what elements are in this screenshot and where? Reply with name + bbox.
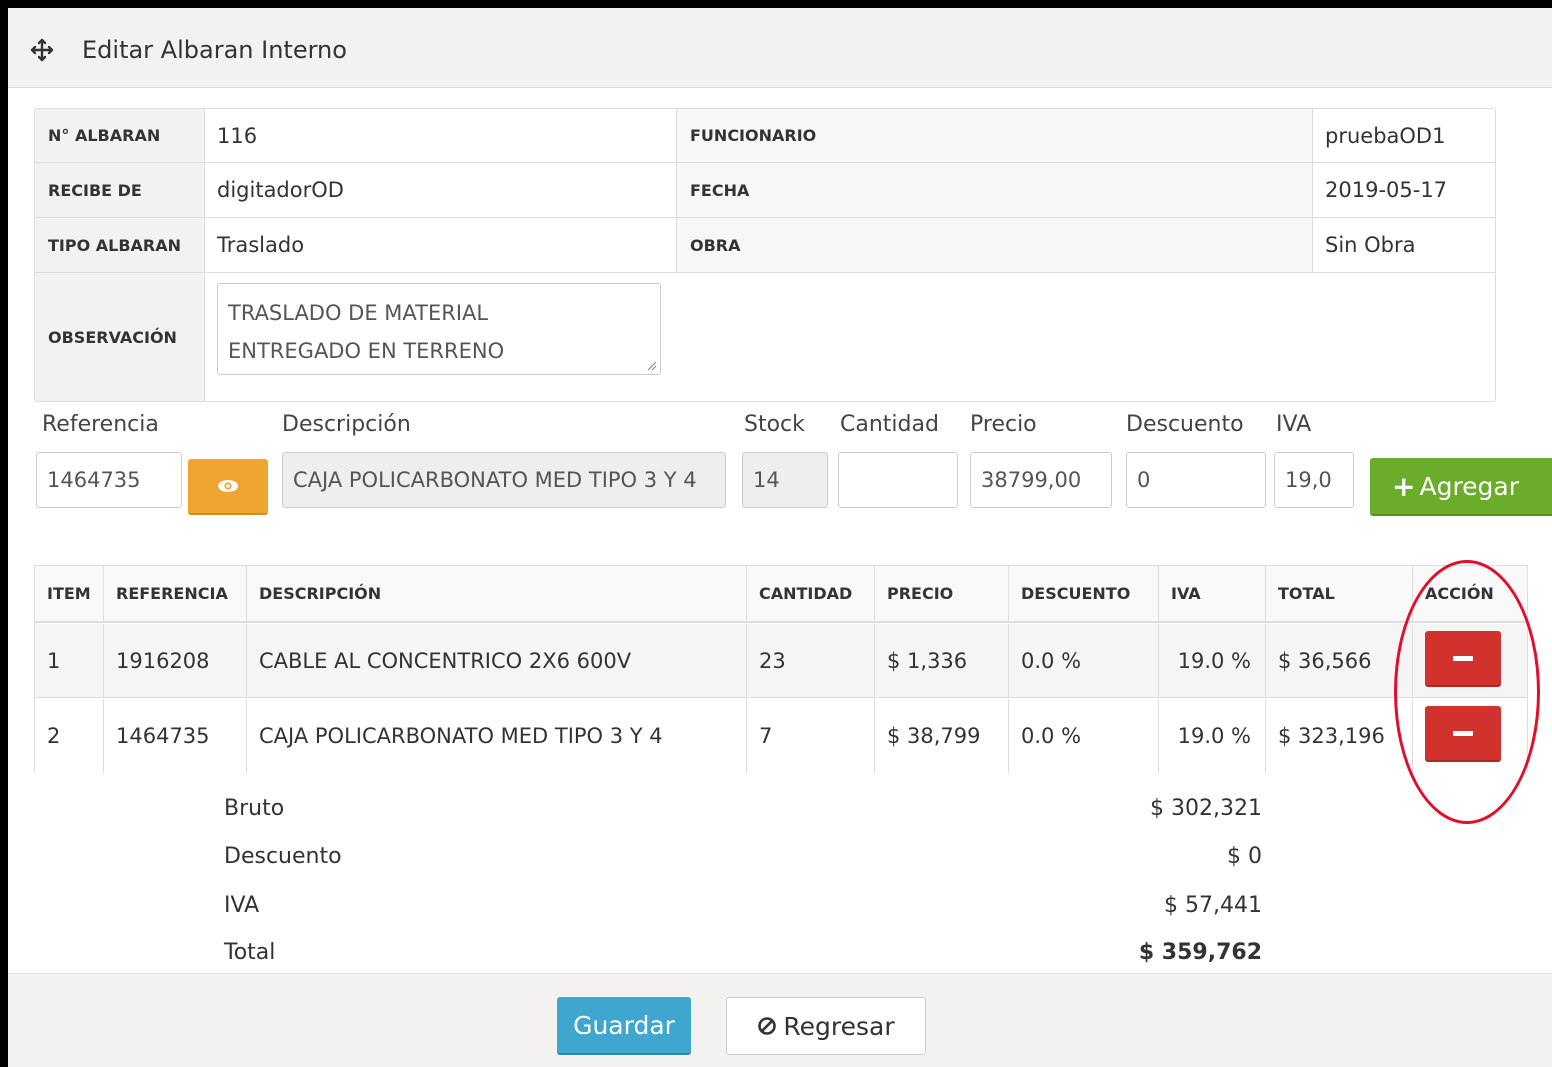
iva-input[interactable]: 19,0 <box>1274 452 1354 508</box>
add-button-label: Agregar <box>1419 471 1520 501</box>
panel-header: Editar Albaran Interno <box>8 8 1552 88</box>
cantidad-label: Cantidad <box>840 412 939 437</box>
obra-value: Sin Obra <box>1313 218 1495 273</box>
observacion-line-2: ENTREGADO EN TERRENO <box>228 339 505 363</box>
iva-label: IVA <box>1276 412 1312 437</box>
row-1-cantidad: 23 <box>747 624 875 698</box>
precio-input[interactable]: 38799,00 <box>970 452 1112 508</box>
funcionario-label: FUNCIONARIO <box>677 109 1313 163</box>
stock-label: Stock <box>744 412 805 437</box>
row-2-descripcion: CAJA POLICARBONATO MED TIPO 3 Y 4 <box>247 699 747 773</box>
row-2-referencia: 1464735 <box>104 699 247 773</box>
save-button[interactable]: Guardar <box>557 997 691 1055</box>
edit-albaran-panel: Editar Albaran Interno N° ALBARAN 116 FU… <box>8 8 1552 1067</box>
ban-icon <box>758 1017 777 1035</box>
th-cantidad: CANTIDAD <box>747 566 875 623</box>
page-title: Editar Albaran Interno <box>82 36 347 64</box>
referencia-input[interactable]: 1464735 <box>36 452 182 508</box>
row-divider <box>35 697 1527 698</box>
items-table: ITEM REFERENCIA DESCRIPCIÓN CANTIDAD PRE… <box>34 565 1528 773</box>
eye-icon <box>218 480 238 492</box>
descuento-input[interactable]: 0 <box>1126 452 1266 508</box>
bruto-value: $ 302,321 <box>1150 796 1262 821</box>
row-1-iva: 19.0 % <box>1159 624 1266 698</box>
funcionario-value: pruebaOD1 <box>1313 109 1495 163</box>
row-2-total: $ 323,196 <box>1266 699 1413 773</box>
view-product-button[interactable] <box>188 459 268 515</box>
iva-total-label: IVA <box>224 893 260 918</box>
th-precio: PRECIO <box>875 566 1009 623</box>
referencia-label: Referencia <box>42 412 159 437</box>
th-iva: IVA <box>1159 566 1266 623</box>
fecha-value: 2019-05-17 <box>1313 163 1495 218</box>
recibe-de-value: digitadorOD <box>205 163 677 218</box>
th-item: ITEM <box>35 566 104 623</box>
plus-icon: + <box>1392 469 1416 503</box>
row-2-item: 2 <box>35 699 104 773</box>
recibe-de-label: RECIBE DE <box>35 163 205 218</box>
row-1-item: 1 <box>35 624 104 698</box>
th-referencia: REFERENCIA <box>104 566 247 623</box>
row-2-precio: $ 38,799 <box>875 699 1009 773</box>
descuento-total-value: $ 0 <box>1227 844 1262 869</box>
row-1-descripcion: CABLE AL CONCENTRICO 2X6 600V <box>247 624 747 698</box>
total-label: Total <box>224 940 276 965</box>
observacion-label: OBSERVACIÓN <box>35 273 205 401</box>
bruto-label: Bruto <box>224 796 285 821</box>
highlight-circle <box>1394 560 1540 824</box>
add-button[interactable]: + Agregar <box>1370 458 1552 516</box>
row-1-total: $ 36,566 <box>1266 624 1413 698</box>
back-button-label: Regresar <box>783 1011 895 1041</box>
no-albaran-label: N° ALBARAN <box>35 109 205 163</box>
row-1-descuento: 0.0 % <box>1009 624 1159 698</box>
fecha-label: FECHA <box>677 163 1313 218</box>
tipo-albaran-value: Traslado <box>205 218 677 273</box>
row-1-referencia: 1916208 <box>104 624 247 698</box>
total-value: $ 359,762 <box>1138 940 1262 965</box>
row-2-iva: 19.0 % <box>1159 699 1266 773</box>
th-descuento: DESCUENTO <box>1009 566 1159 623</box>
resize-grip-icon[interactable] <box>645 359 657 371</box>
albaran-info-table: N° ALBARAN 116 FUNCIONARIO pruebaOD1 REC… <box>34 108 1496 402</box>
cantidad-input[interactable] <box>838 452 958 508</box>
descuento-total-label: Descuento <box>224 844 342 869</box>
row-2-descuento: 0.0 % <box>1009 699 1159 773</box>
observacion-line-1: TRASLADO DE MATERIAL <box>228 301 489 325</box>
th-total: TOTAL <box>1266 566 1413 623</box>
descripcion-input[interactable]: CAJA POLICARBONATO MED TIPO 3 Y 4 <box>282 452 726 508</box>
tipo-albaran-label: TIPO ALBARAN <box>35 218 205 273</box>
iva-total-value: $ 57,441 <box>1164 893 1262 918</box>
precio-label: Precio <box>970 412 1037 437</box>
row-2-cantidad: 7 <box>747 699 875 773</box>
no-albaran-value: 116 <box>205 109 677 163</box>
obra-label: OBRA <box>677 218 1313 273</box>
back-button[interactable]: Regresar <box>726 997 926 1055</box>
move-icon <box>30 38 54 62</box>
descripcion-label: Descripción <box>282 412 411 437</box>
th-descripcion: DESCRIPCIÓN <box>247 566 747 623</box>
descuento-label: Descuento <box>1126 412 1244 437</box>
stock-input[interactable]: 14 <box>742 452 828 508</box>
row-1-precio: $ 1,336 <box>875 624 1009 698</box>
panel-footer: Guardar Regresar <box>8 973 1552 1067</box>
observacion-textarea[interactable]: TRASLADO DE MATERIAL ENTREGADO EN TERREN… <box>217 283 661 375</box>
